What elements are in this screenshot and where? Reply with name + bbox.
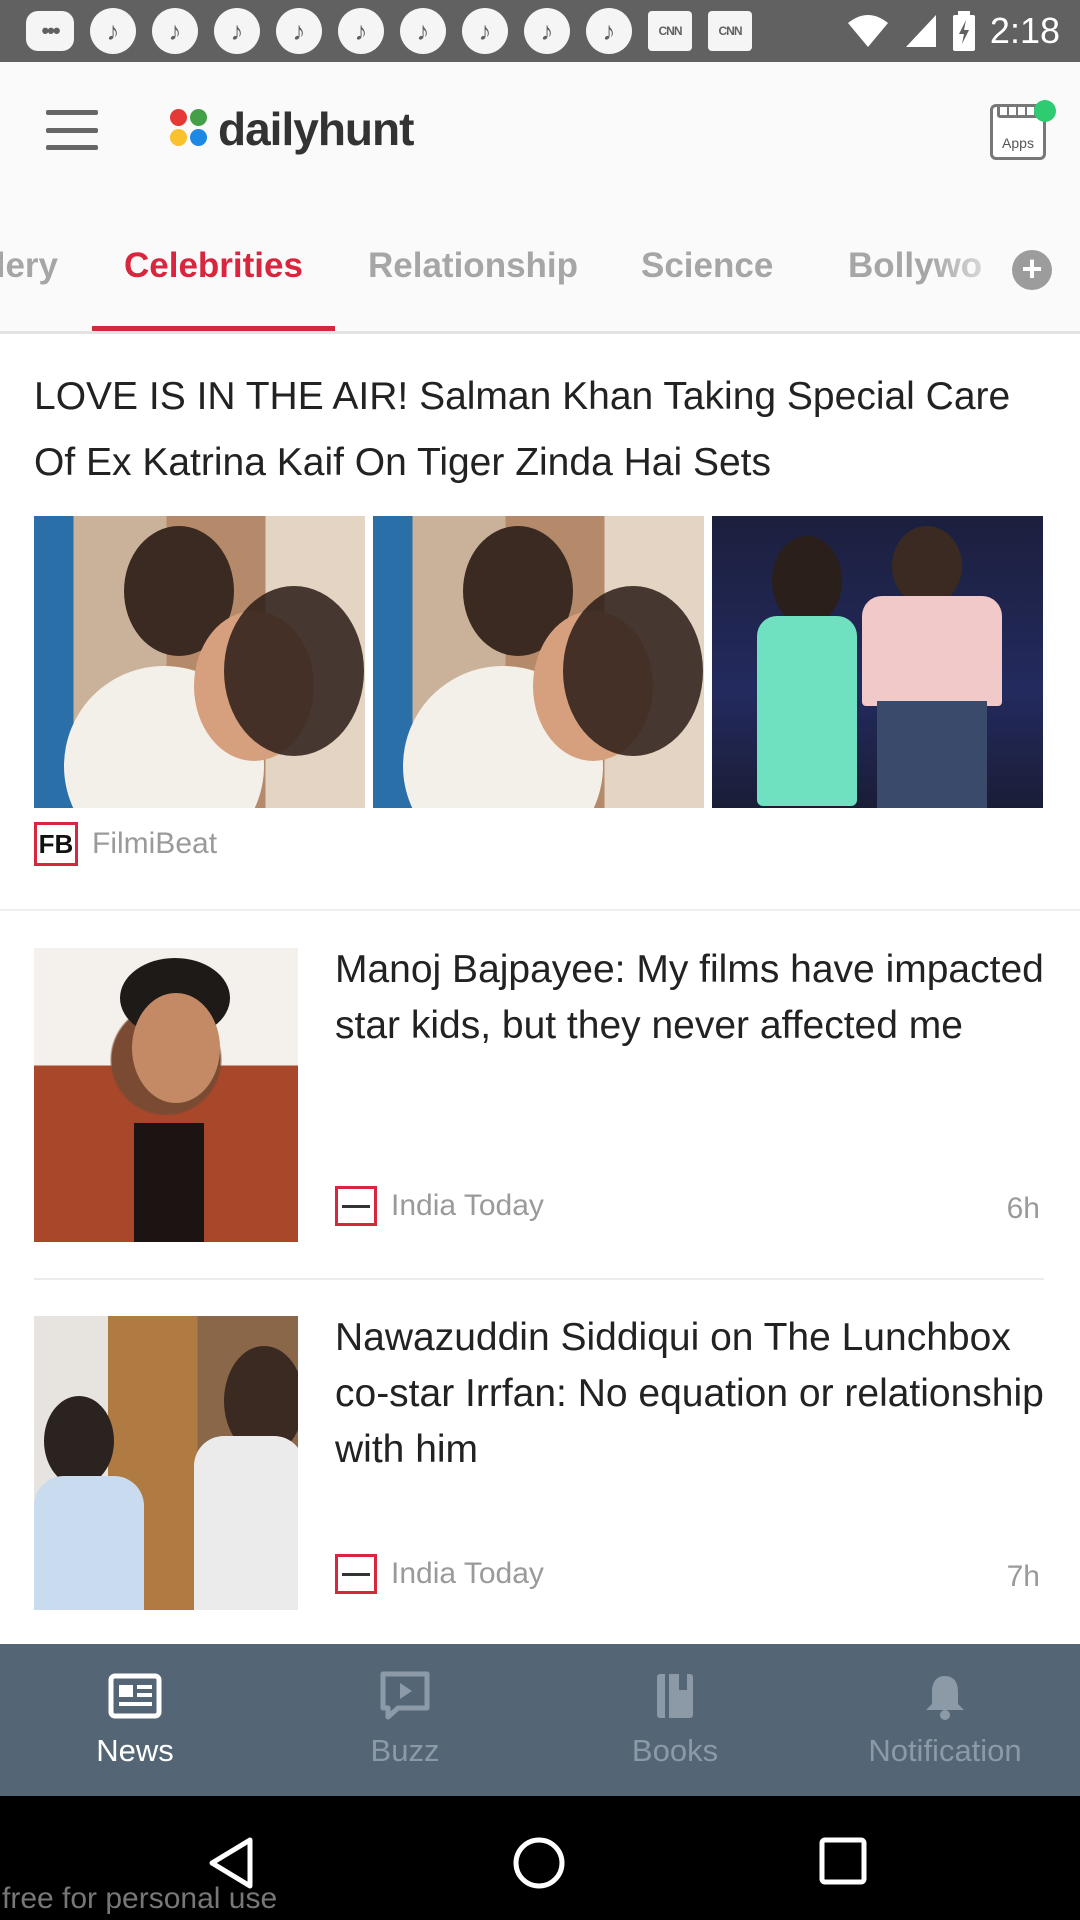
music-icon: ♪ (152, 8, 198, 54)
watermark-text: free for personal use (2, 1882, 278, 1915)
music-icon: ♪ (524, 8, 570, 54)
active-tab-indicator (92, 326, 335, 331)
featured-image (373, 516, 704, 808)
tab-gallery[interactable]: llery (0, 246, 58, 286)
status-bar: ••• ♪ ♪ ♪ ♪ ♪ ♪ ♪ ♪ ♪ CNN CNN 2:18 (0, 0, 1080, 62)
story-title[interactable]: Manoj Bajpayee: My films have impacted s… (335, 942, 1045, 1054)
tab-celebrities[interactable]: Celebrities (124, 246, 303, 286)
tab-science[interactable]: Science (641, 246, 773, 286)
category-tabs: llery Celebrities Relationship Science B… (0, 202, 1080, 334)
nav-label: News (96, 1733, 174, 1768)
cnn-icon: CNN (648, 11, 692, 51)
nav-buzz[interactable]: Buzz (270, 1644, 540, 1796)
signal-icon (905, 15, 936, 47)
nav-label: Buzz (370, 1733, 440, 1768)
music-icon: ♪ (338, 8, 384, 54)
music-icon: ♪ (462, 8, 508, 54)
featured-image (34, 516, 365, 808)
featured-image (712, 516, 1043, 808)
divider (34, 1278, 1044, 1280)
apps-notification-dot (1034, 100, 1056, 122)
newspaper-icon (108, 1673, 162, 1719)
story-source[interactable]: India Today (335, 1186, 544, 1226)
source-name: India Today (391, 1557, 544, 1590)
source-name: FilmiBeat (92, 827, 218, 860)
featured-source[interactable]: FB FilmiBeat (34, 822, 217, 866)
notification-icons: ••• ♪ ♪ ♪ ♪ ♪ ♪ ♪ ♪ ♪ CNN CNN (26, 8, 752, 54)
story-age: 6h (1006, 1192, 1040, 1225)
logo-text: dailyhunt (218, 103, 414, 155)
bell-icon (926, 1676, 964, 1720)
app-bar: dailyhunt Apps (0, 62, 1080, 202)
news-feed: LOVE IS IN THE AIR! Salman Khan Taking S… (0, 334, 1080, 1644)
book-icon (657, 1674, 693, 1718)
nav-news[interactable]: News (0, 1644, 270, 1796)
app-logo: dailyhunt (170, 102, 414, 156)
logo-mark-icon (170, 107, 210, 151)
nav-notification[interactable]: Notification (810, 1644, 1080, 1796)
play-bubble-icon (380, 1671, 430, 1720)
recents-icon[interactable] (818, 1836, 868, 1886)
bottom-navigation: News Buzz Books Notification (0, 1644, 1080, 1796)
add-tab-icon[interactable]: + (1012, 250, 1052, 290)
india-today-logo (335, 1554, 377, 1594)
featured-image-strip[interactable] (34, 516, 1043, 808)
message-icon: ••• (26, 11, 74, 51)
featured-story-title[interactable]: LOVE IS IN THE AIR! Salman Khan Taking S… (34, 364, 1034, 496)
india-today-logo (335, 1186, 377, 1226)
source-name: India Today (391, 1189, 544, 1222)
battery-charging-icon (952, 11, 975, 51)
cnn-icon: CNN (708, 11, 752, 51)
story-title[interactable]: Nawazuddin Siddiqui on The Lunchbox co-s… (335, 1310, 1045, 1478)
story-age: 7h (1006, 1560, 1040, 1593)
apps-label: Apps (1002, 135, 1034, 151)
music-icon: ♪ (90, 8, 136, 54)
divider (0, 909, 1080, 911)
tab-fade (930, 222, 1020, 322)
music-icon: ♪ (400, 8, 446, 54)
tab-relationship[interactable]: Relationship (368, 246, 578, 286)
music-icon: ♪ (276, 8, 322, 54)
filmibeat-logo: FB (34, 822, 78, 866)
nav-label: Books (631, 1733, 719, 1768)
wifi-icon (847, 15, 888, 47)
music-icon: ♪ (586, 8, 632, 54)
clock: 2:18 (989, 10, 1060, 51)
home-icon[interactable] (512, 1836, 566, 1890)
story-thumbnail[interactable] (34, 1316, 298, 1610)
music-icon: ♪ (214, 8, 260, 54)
nav-label: Notification (868, 1733, 1022, 1768)
story-source[interactable]: India Today (335, 1554, 544, 1594)
nav-books[interactable]: Books (540, 1644, 810, 1796)
story-thumbnail[interactable] (34, 948, 298, 1242)
menu-icon[interactable] (46, 110, 98, 150)
